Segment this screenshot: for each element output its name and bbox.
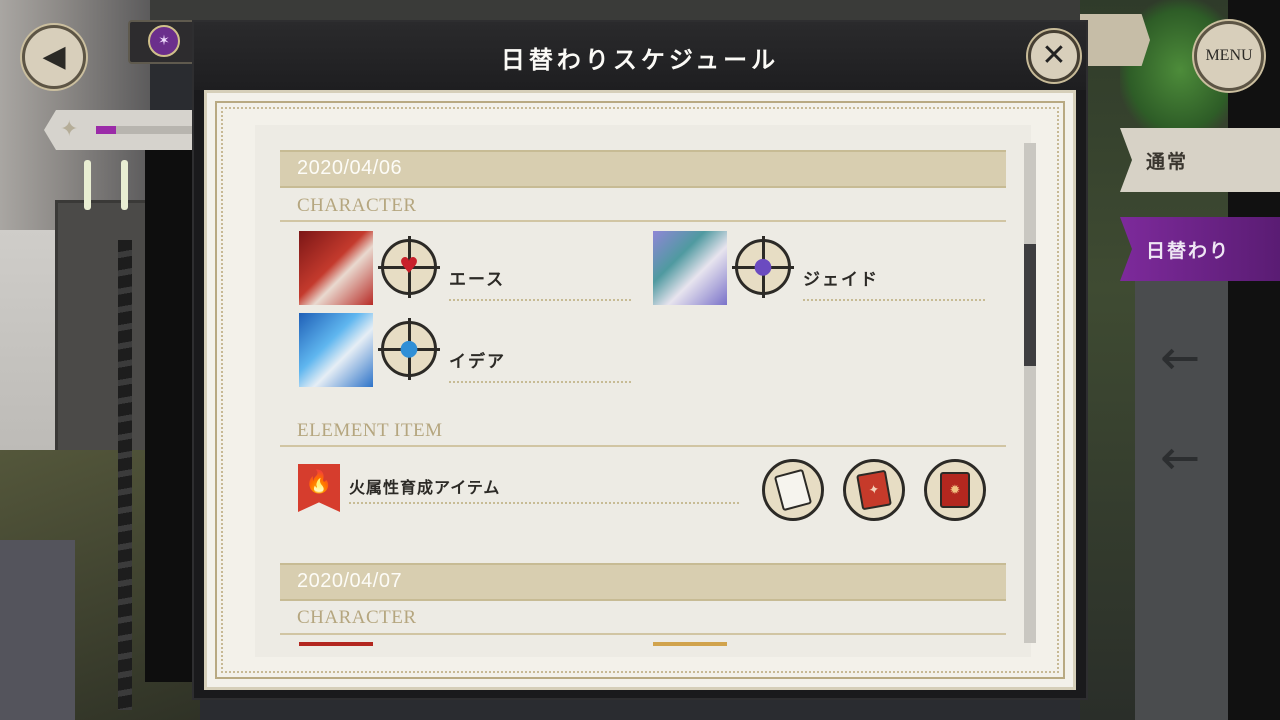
schedule-list[interactable]: 2020/04/06 CHARACTER ♥ エース ● ジェイド ● イデア … bbox=[255, 125, 1031, 657]
date-header: 2020/04/07 bbox=[280, 563, 1006, 601]
orb-key-icon: ● bbox=[753, 254, 773, 279]
modal-title: 日替わりスケジュール bbox=[500, 46, 780, 74]
dotted-line bbox=[449, 299, 631, 301]
schedule-paper: 2020/04/06 CHARACTER ♥ エース ● ジェイド ● イデア … bbox=[204, 90, 1076, 690]
schedule-modal: 日替わりスケジュール ✕ 2020/04/06 CHARACTER ♥ エース bbox=[194, 22, 1086, 698]
white-book-icon bbox=[773, 468, 813, 512]
character-name: イデア bbox=[449, 352, 506, 372]
fire-icon: 🔥 bbox=[305, 470, 333, 495]
character-name: ジェイド bbox=[803, 270, 879, 290]
background-panel bbox=[145, 140, 200, 682]
background-candle bbox=[84, 160, 91, 210]
modal-header: 日替わりスケジュール ✕ bbox=[194, 22, 1086, 90]
red-book-icon: ✦ bbox=[856, 469, 892, 511]
background-ceiling bbox=[130, 0, 1130, 22]
section-divider bbox=[280, 633, 1006, 635]
element-item-name: 火属性育成アイテム bbox=[349, 478, 501, 497]
menu-button[interactable]: MENU bbox=[1194, 21, 1264, 91]
background-candle bbox=[121, 160, 128, 210]
dotted-line bbox=[803, 299, 985, 301]
back-arrow-icon: ◀ bbox=[42, 39, 66, 74]
fire-element-banner: 🔥 bbox=[298, 464, 340, 512]
date-text: 2020/04/06 bbox=[297, 157, 403, 179]
tab-normal[interactable]: 通常 bbox=[1120, 128, 1280, 192]
date-header: 2020/04/06 bbox=[280, 150, 1006, 188]
character-portrait-peek bbox=[653, 642, 727, 646]
character-portrait-peek bbox=[299, 642, 373, 646]
character-portrait-jade[interactable] bbox=[653, 231, 727, 305]
background-candlestand bbox=[118, 240, 132, 710]
close-button[interactable]: ✕ bbox=[1028, 30, 1080, 82]
scrollbar-thumb[interactable] bbox=[1024, 244, 1036, 366]
section-label-element-item: ELEMENT ITEM bbox=[297, 420, 443, 441]
close-icon: ✕ bbox=[1041, 38, 1067, 73]
dotted-line bbox=[349, 502, 739, 504]
star-icon: ✦ bbox=[60, 117, 79, 142]
character-portrait-idia[interactable] bbox=[299, 313, 373, 387]
dotted-line bbox=[449, 381, 631, 383]
progress-fill bbox=[96, 126, 116, 134]
character-key-token: ● bbox=[732, 236, 794, 298]
orb-key-icon: ● bbox=[399, 336, 419, 361]
gem-icon: ✶ bbox=[148, 25, 180, 57]
character-key-token: ● bbox=[378, 318, 440, 380]
red-gold-book-icon: ✹ bbox=[940, 472, 970, 508]
background-right-edge bbox=[1228, 0, 1280, 720]
heart-key-icon: ♥ bbox=[399, 254, 419, 279]
background-arrow-icon: ← bbox=[1160, 430, 1201, 486]
scrollbar-track[interactable] bbox=[1024, 143, 1036, 643]
background-arrow-icon: ← bbox=[1160, 330, 1201, 386]
character-key-token: ♥ bbox=[378, 236, 440, 298]
character-name: エース bbox=[449, 270, 506, 290]
top-right-banner bbox=[1080, 14, 1150, 66]
section-label-character: CHARACTER bbox=[297, 607, 417, 628]
background-block bbox=[0, 540, 75, 720]
back-button[interactable]: ◀ bbox=[22, 25, 86, 89]
date-text: 2020/04/07 bbox=[297, 570, 403, 592]
section-divider bbox=[280, 220, 1006, 222]
item-token-white-book[interactable] bbox=[762, 459, 824, 521]
character-portrait-ace[interactable] bbox=[299, 231, 373, 305]
section-label-character: CHARACTER bbox=[297, 195, 417, 216]
item-token-red-gold-book[interactable]: ✹ bbox=[924, 459, 986, 521]
item-token-red-book[interactable]: ✦ bbox=[843, 459, 905, 521]
tab-daily[interactable]: 日替わり bbox=[1120, 217, 1280, 281]
section-divider bbox=[280, 445, 1006, 447]
